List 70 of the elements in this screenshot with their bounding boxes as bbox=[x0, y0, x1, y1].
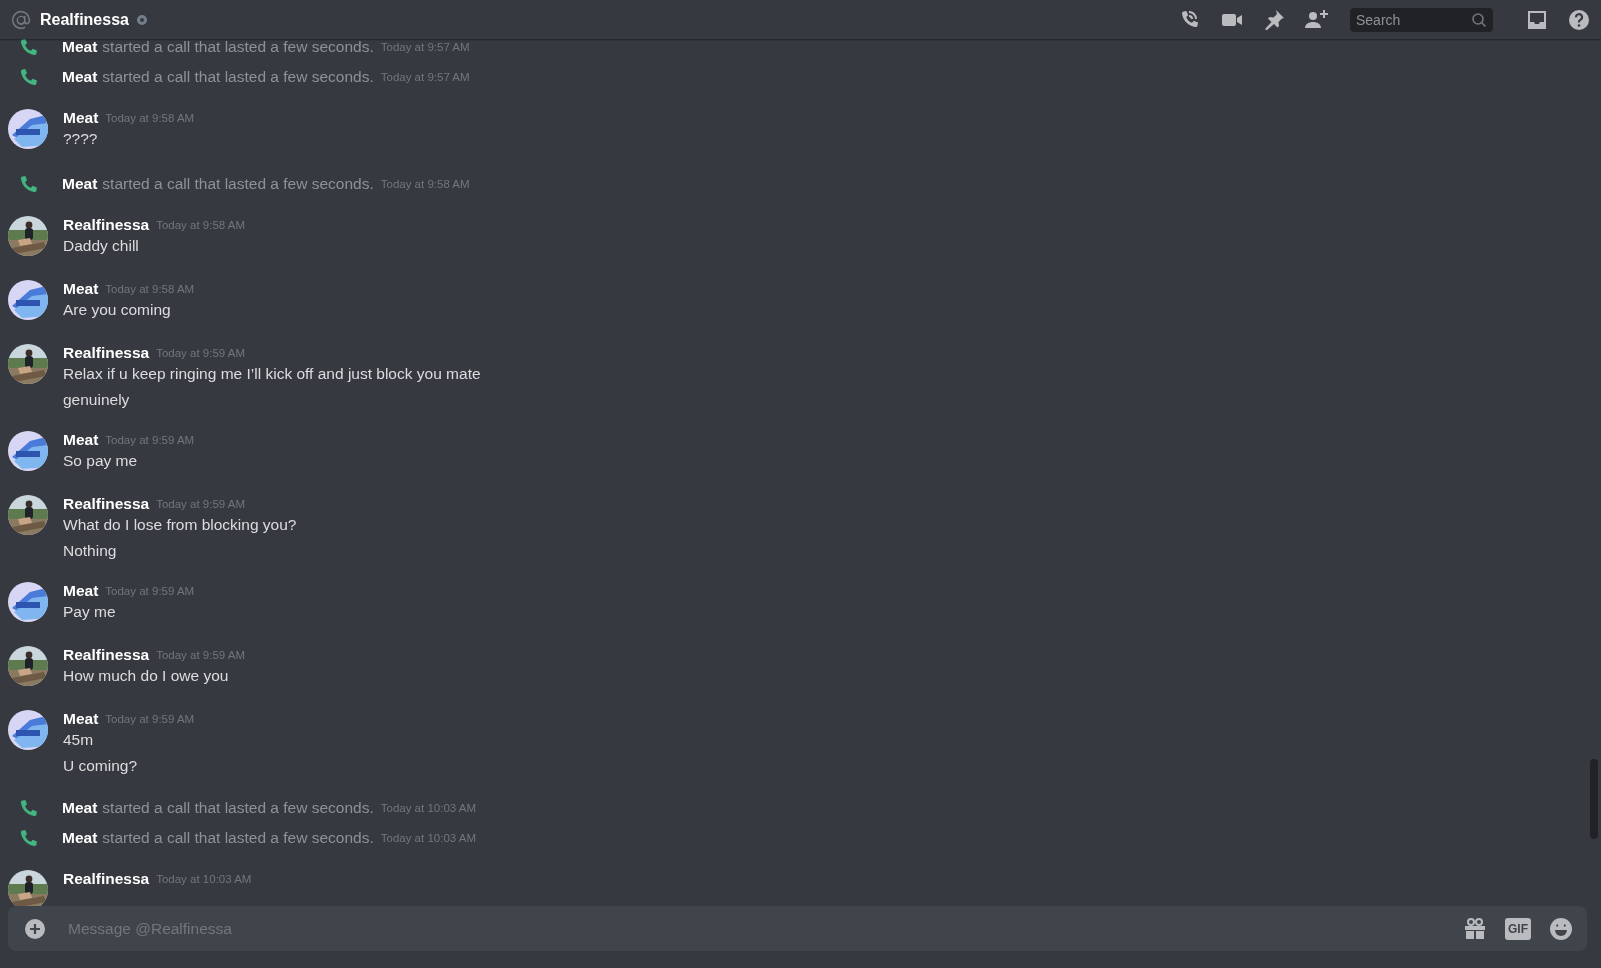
search-icon bbox=[1471, 11, 1487, 28]
message-text: 45m bbox=[63, 730, 95, 750]
author-name[interactable]: Realfinessa bbox=[63, 344, 150, 362]
avatar[interactable] bbox=[8, 870, 48, 906]
message-text: So pay me bbox=[63, 451, 139, 471]
message-text: How much do I owe you bbox=[63, 666, 230, 686]
timestamp: Today at 10:03 AM bbox=[156, 873, 252, 885]
timestamp: Today at 10:03 AM bbox=[380, 832, 476, 844]
timestamp: Today at 9:57 AM bbox=[380, 41, 470, 53]
author-name[interactable]: Meat bbox=[63, 582, 99, 600]
avatar[interactable] bbox=[8, 216, 48, 256]
avatar[interactable] bbox=[8, 344, 48, 384]
timestamp: Today at 9:58 AM bbox=[156, 219, 246, 231]
message-text: U coming? bbox=[63, 756, 139, 776]
avatar[interactable] bbox=[8, 431, 48, 471]
phone-icon bbox=[18, 67, 38, 87]
author-name[interactable]: Realfinessa bbox=[63, 646, 150, 664]
author-name[interactable]: Meat bbox=[63, 280, 99, 298]
emoji-icon[interactable] bbox=[1549, 916, 1573, 941]
author-name[interactable]: Realfinessa bbox=[63, 870, 150, 888]
search-field[interactable]: Search bbox=[1350, 7, 1493, 32]
timestamp: Today at 9:59 AM bbox=[156, 649, 246, 661]
timestamp: Today at 9:58 AM bbox=[105, 112, 195, 124]
gift-icon[interactable] bbox=[1463, 916, 1487, 941]
timestamp: Today at 9:58 AM bbox=[105, 283, 195, 295]
avatar[interactable] bbox=[8, 280, 48, 320]
avatar[interactable] bbox=[8, 710, 48, 750]
avatar[interactable] bbox=[8, 109, 48, 149]
phone-icon bbox=[18, 39, 38, 57]
timestamp: Today at 9:58 AM bbox=[380, 178, 470, 190]
author-name[interactable]: Meat bbox=[62, 68, 98, 86]
author-name[interactable]: Meat bbox=[62, 799, 98, 817]
timestamp: Today at 10:03 AM bbox=[380, 802, 476, 814]
author-name[interactable]: Realfinessa bbox=[63, 495, 150, 513]
phone-icon bbox=[18, 798, 38, 818]
author-name[interactable]: Meat bbox=[63, 710, 99, 728]
author-name[interactable]: Meat bbox=[63, 431, 99, 449]
call-message: started a call that lasted a few seconds. bbox=[102, 799, 374, 817]
at-icon bbox=[10, 8, 32, 31]
gif-button[interactable]: GIF bbox=[1505, 917, 1531, 940]
scrollbar-thumb[interactable] bbox=[1590, 759, 1598, 839]
timestamp: Today at 9:59 AM bbox=[156, 347, 246, 359]
timestamp: Today at 9:57 AM bbox=[380, 71, 470, 83]
author-name[interactable]: Realfinessa bbox=[63, 216, 150, 234]
author-name[interactable]: Meat bbox=[62, 175, 98, 193]
message-text: Pay me bbox=[63, 602, 117, 622]
phone-icon bbox=[18, 174, 38, 194]
add-icon[interactable] bbox=[24, 917, 46, 940]
avatar[interactable] bbox=[8, 646, 48, 686]
call-message: started a call that lasted a few seconds. bbox=[102, 175, 374, 193]
message-text: Are you coming bbox=[63, 300, 172, 320]
message-text: What do I lose from blocking you? bbox=[63, 515, 297, 535]
message-text: Nothing bbox=[63, 541, 118, 561]
avatar[interactable] bbox=[8, 495, 48, 535]
timestamp: Today at 9:59 AM bbox=[156, 498, 246, 510]
message-text: genuinely bbox=[63, 390, 131, 410]
call-message: started a call that lasted a few seconds. bbox=[102, 68, 374, 86]
call-message: started a call that lasted a few seconds. bbox=[102, 39, 374, 56]
message-text: Daddy chill bbox=[63, 236, 140, 256]
author-name[interactable]: Meat bbox=[63, 109, 99, 127]
channel-title: Realfinessa bbox=[40, 10, 129, 29]
pin-icon[interactable] bbox=[1262, 7, 1286, 32]
phone-icon bbox=[18, 828, 38, 848]
call-message: started a call that lasted a few seconds. bbox=[102, 829, 374, 847]
help-icon[interactable] bbox=[1567, 7, 1591, 32]
avatar[interactable] bbox=[8, 582, 48, 622]
author-name[interactable]: Meat bbox=[62, 39, 98, 56]
message-text: ???? bbox=[63, 129, 99, 149]
message-text: Relax if u keep ringing me I’ll kick off and just block you mate bbox=[63, 364, 481, 384]
author-name[interactable]: Meat bbox=[62, 829, 98, 847]
